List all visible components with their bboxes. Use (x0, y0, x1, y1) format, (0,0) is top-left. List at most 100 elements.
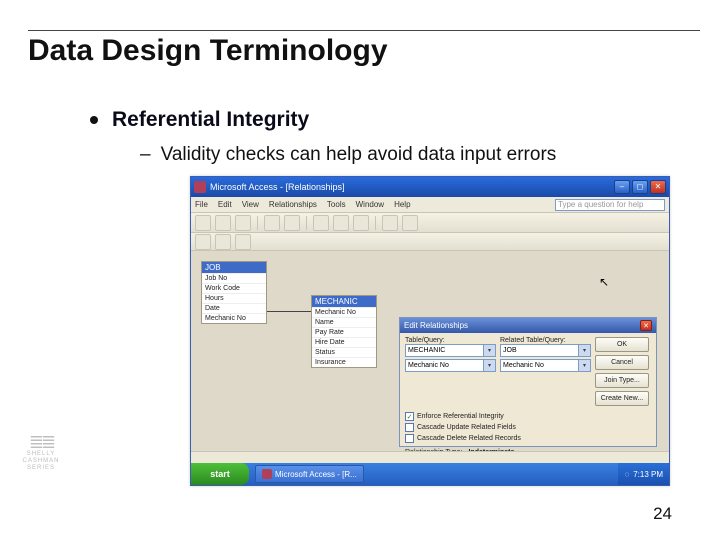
combo-table-query[interactable]: MECHANIC ▾ (405, 344, 496, 357)
toolbar-button[interactable] (195, 234, 211, 250)
table-job-title: JOB (202, 262, 266, 273)
app-icon (194, 181, 206, 193)
toolbar-separator (306, 216, 307, 230)
toolbar-button[interactable] (264, 215, 280, 231)
bullet-dot-icon (90, 116, 98, 124)
combo-value: JOB (503, 347, 517, 354)
edit-relationships-dialog[interactable]: Edit Relationships ✕ Table/Query: MECHAN… (399, 317, 657, 447)
top-rule (28, 30, 700, 31)
menu-help[interactable]: Help (394, 200, 410, 209)
toolbar-button[interactable] (215, 234, 231, 250)
join-line[interactable] (267, 311, 311, 312)
close-button[interactable]: ✕ (650, 180, 666, 194)
rel-type-value: Indeterminate (468, 449, 514, 451)
brand-line: SHELLY (27, 451, 56, 458)
ok-button[interactable]: OK (595, 337, 649, 352)
bullet-main-text: Referential Integrity (112, 108, 309, 131)
check-label: Cascade Delete Related Records (417, 435, 521, 442)
dialog-body: Table/Query: MECHANIC▾ Mechanic No▾ Rela… (400, 333, 656, 446)
check-cascade-update[interactable]: Cascade Update Related Fields (405, 423, 651, 432)
table-field[interactable]: Mechanic No (312, 307, 376, 317)
taskbar: start Microsoft Access - [R... ◌ 7:13 PM (191, 463, 669, 485)
toolbar-button[interactable] (313, 215, 329, 231)
combo-value: Mechanic No (408, 362, 449, 369)
checkbox-icon (405, 434, 414, 443)
toolbar-button[interactable] (382, 215, 398, 231)
table-field[interactable]: Work Code (202, 283, 266, 293)
toolbar-button[interactable] (235, 234, 251, 250)
tray-icon[interactable]: ◌ (624, 470, 629, 479)
access-window: Microsoft Access - [Relationships] – ◻ ✕… (190, 176, 670, 486)
toolbar-button[interactable] (284, 215, 300, 231)
table-job[interactable]: JOB Job No Work Code Hours Date Mechanic… (201, 261, 267, 324)
bullet-sub-text: Validity checks can help avoid data inpu… (161, 144, 557, 165)
toolbar-button[interactable] (353, 215, 369, 231)
dialog-titlebar[interactable]: Edit Relationships ✕ (400, 318, 656, 333)
help-search-input[interactable]: Type a question for help (555, 199, 665, 211)
table-field[interactable]: Status (312, 347, 376, 357)
menu-edit[interactable]: Edit (218, 200, 232, 209)
table-field[interactable]: Pay Rate (312, 327, 376, 337)
bullet-sub: –Validity checks can help avoid data inp… (140, 144, 556, 166)
check-label: Cascade Update Related Fields (417, 424, 516, 431)
label-related: Related Table/Query: (500, 337, 591, 344)
chevron-down-icon[interactable]: ▾ (483, 345, 495, 356)
app-icon (262, 469, 272, 479)
toolbar-button[interactable] (333, 215, 349, 231)
menu-view[interactable]: View (242, 200, 259, 209)
dialog-close-button[interactable]: ✕ (640, 320, 652, 331)
toolbar-button[interactable] (235, 215, 251, 231)
table-field[interactable]: Job No (202, 273, 266, 283)
maximize-button[interactable]: ◻ (632, 180, 648, 194)
toolbar-secondary (191, 233, 669, 251)
combo-related[interactable]: JOB ▾ (500, 344, 591, 357)
label-rel-type: Relationship Type: (405, 449, 462, 451)
chevron-down-icon[interactable]: ▾ (578, 345, 590, 356)
table-field[interactable]: Mechanic No (202, 313, 266, 323)
combo-value: Mechanic No (503, 362, 544, 369)
menu-tools[interactable]: Tools (327, 200, 346, 209)
slide-title: Data Design Terminology (28, 34, 388, 68)
combo-value: MECHANIC (408, 347, 445, 354)
table-field[interactable]: Hours (202, 293, 266, 303)
create-new-button[interactable]: Create New... (595, 391, 649, 406)
dash-icon: – (140, 144, 151, 165)
minimize-button[interactable]: – (614, 180, 630, 194)
brand-bars-icon: ≣≣ (29, 437, 53, 447)
cursor-icon: ↖ (599, 275, 609, 289)
relationships-canvas[interactable]: JOB Job No Work Code Hours Date Mechanic… (191, 251, 669, 451)
table-field[interactable]: Name (312, 317, 376, 327)
menu-bar: File Edit View Relationships Tools Windo… (191, 197, 669, 213)
slide: Data Design Terminology Referential Inte… (0, 0, 720, 540)
window-title: Microsoft Access - [Relationships] (210, 182, 612, 192)
toolbar-button[interactable] (215, 215, 231, 231)
menu-file[interactable]: File (195, 200, 208, 209)
system-tray[interactable]: ◌ 7:13 PM (618, 463, 669, 485)
check-cascade-delete[interactable]: Cascade Delete Related Records (405, 434, 651, 443)
checkbox-icon: ✓ (405, 412, 414, 421)
table-field[interactable]: Date (202, 303, 266, 313)
check-enforce[interactable]: ✓Enforce Referential Integrity (405, 412, 651, 421)
toolbar-main (191, 213, 669, 233)
cancel-button[interactable]: Cancel (595, 355, 649, 370)
table-mechanic[interactable]: MECHANIC Mechanic No Name Pay Rate Hire … (311, 295, 377, 368)
combo-right-field[interactable]: Mechanic No ▾ (500, 359, 591, 372)
menu-window[interactable]: Window (356, 200, 384, 209)
table-field[interactable]: Hire Date (312, 337, 376, 347)
bullet-main: Referential Integrity (90, 108, 309, 132)
toolbar-button[interactable] (195, 215, 211, 231)
page-number: 24 (653, 504, 672, 524)
window-titlebar[interactable]: Microsoft Access - [Relationships] – ◻ ✕ (191, 177, 669, 197)
toolbar-separator (257, 216, 258, 230)
toolbar-button[interactable] (402, 215, 418, 231)
menu-relationships[interactable]: Relationships (269, 200, 317, 209)
toolbar-separator (375, 216, 376, 230)
start-button[interactable]: start (191, 463, 249, 485)
chevron-down-icon[interactable]: ▾ (578, 360, 590, 371)
brand-line: CASHMAN (22, 458, 59, 465)
join-type-button[interactable]: Join Type... (595, 373, 649, 388)
taskbar-item[interactable]: Microsoft Access - [R... (255, 465, 364, 483)
combo-left-field[interactable]: Mechanic No ▾ (405, 359, 496, 372)
table-field[interactable]: Insurance (312, 357, 376, 367)
chevron-down-icon[interactable]: ▾ (483, 360, 495, 371)
